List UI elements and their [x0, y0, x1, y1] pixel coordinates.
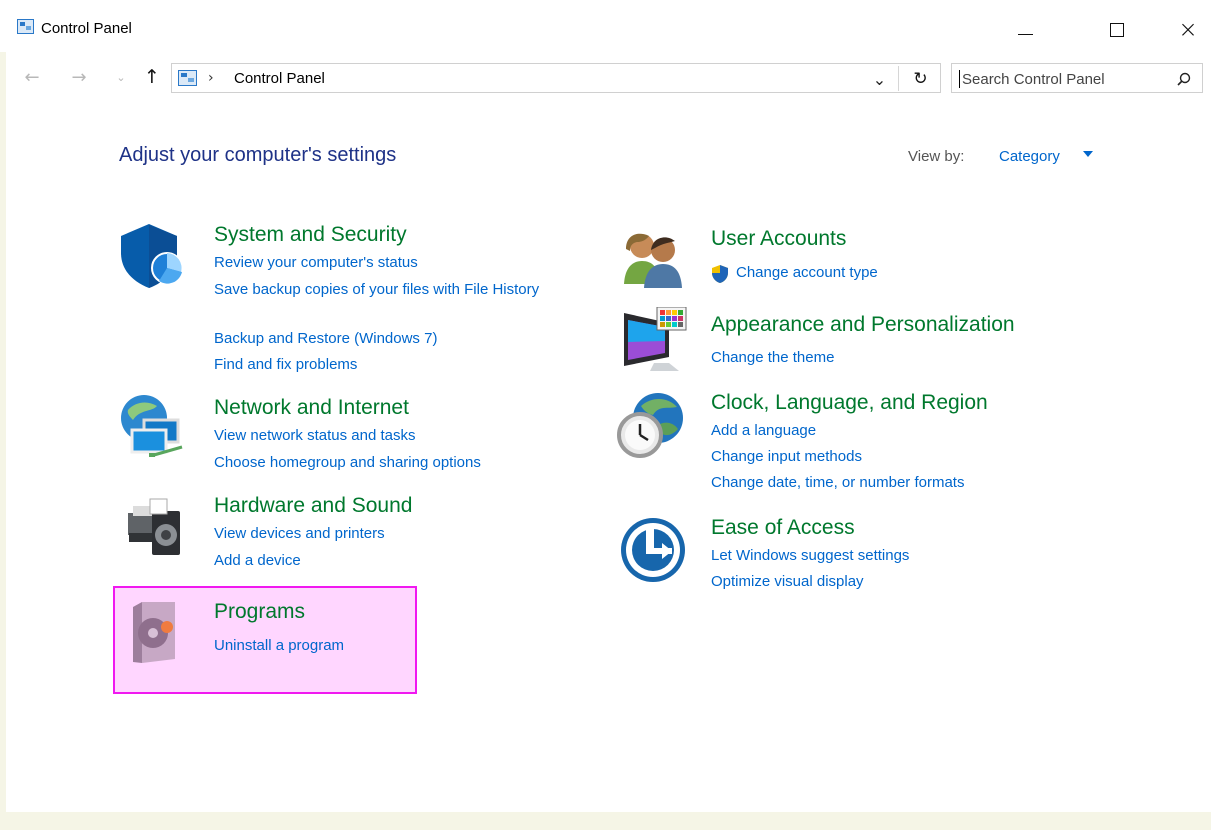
network-status-link[interactable]: View network status and tasks: [214, 427, 416, 444]
arrow-left-icon: ←: [24, 66, 40, 88]
search-input[interactable]: [962, 68, 1167, 90]
desktop-edge-bottom: [0, 812, 1211, 830]
page-title: Adjust your computer's settings: [119, 144, 397, 166]
shield-icon: [121, 224, 183, 288]
suggest-settings-link[interactable]: Let Windows suggest settings: [711, 547, 909, 564]
search-box[interactable]: [951, 63, 1203, 93]
input-methods-link[interactable]: Change input methods: [711, 448, 862, 465]
change-theme-link[interactable]: Change the theme: [711, 349, 834, 366]
address-bar[interactable]: › Control Panel ⌄ ↻: [171, 63, 941, 93]
devices-printers-link[interactable]: View devices and printers: [214, 525, 385, 542]
users-icon: [624, 233, 682, 288]
network-internet-title[interactable]: Network and Internet: [214, 396, 409, 420]
breadcrumb-control-panel[interactable]: Control Panel: [234, 70, 325, 87]
minimize-button[interactable]: [1002, 11, 1048, 49]
close-button[interactable]: ×: [1165, 11, 1211, 49]
control-panel-icon: [178, 70, 197, 86]
user-accounts-title[interactable]: User Accounts: [711, 227, 846, 251]
review-status-link[interactable]: Review your computer's status: [214, 254, 418, 271]
minimize-icon: [1017, 33, 1033, 35]
file-history-link[interactable]: Save backup copies of your files with Fi…: [214, 277, 574, 302]
title-bar: Control Panel ×: [0, 0, 1211, 52]
system-security-title[interactable]: System and Security: [214, 223, 407, 247]
chevron-down-icon: ⌄: [116, 70, 126, 84]
arrow-right-icon: →: [71, 66, 87, 88]
monitor-color-icon: [624, 307, 687, 371]
clock-language-region-title[interactable]: Clock, Language, and Region: [711, 391, 988, 415]
breadcrumb-separator-icon: ›: [208, 70, 214, 86]
change-account-type-link[interactable]: Change account type: [736, 264, 878, 281]
uac-shield-icon: [712, 265, 728, 283]
programs-title[interactable]: Programs: [214, 600, 305, 624]
software-box-icon: [133, 602, 175, 663]
appearance-title[interactable]: Appearance and Personalization: [711, 313, 1015, 337]
arrow-up-icon: ↑: [144, 66, 160, 88]
view-by-label: View by:: [908, 148, 965, 165]
window-title: Control Panel: [41, 20, 132, 37]
globe-clock-icon: [617, 393, 683, 458]
address-divider: [898, 66, 899, 91]
globe-network-icon: [121, 395, 183, 457]
printer-speaker-icon: [128, 498, 180, 555]
date-time-format-link[interactable]: Change date, time, or number formats: [711, 474, 964, 491]
close-icon: ×: [1178, 16, 1198, 43]
refresh-button[interactable]: ↻: [905, 66, 936, 91]
find-fix-link[interactable]: Find and fix problems: [214, 356, 357, 373]
forward-button[interactable]: →: [67, 62, 91, 92]
ease-of-access-title[interactable]: Ease of Access: [711, 516, 855, 540]
add-device-link[interactable]: Add a device: [214, 552, 301, 569]
add-language-link[interactable]: Add a language: [711, 422, 816, 439]
up-button[interactable]: ↑: [140, 62, 164, 92]
address-dropdown-button[interactable]: ⌄: [867, 67, 892, 91]
view-by-caret-icon[interactable]: [1083, 151, 1093, 157]
search-icon[interactable]: [1174, 70, 1194, 90]
optimize-display-link[interactable]: Optimize visual display: [711, 573, 864, 590]
text-cursor: [959, 70, 960, 88]
uninstall-program-link[interactable]: Uninstall a program: [214, 637, 344, 654]
control-panel-content: Adjust your computer's settings View by:…: [6, 96, 1211, 812]
recent-locations-button[interactable]: ⌄: [109, 62, 133, 92]
ease-of-access-icon: [621, 518, 685, 582]
maximize-button[interactable]: [1094, 11, 1140, 49]
homegroup-link[interactable]: Choose homegroup and sharing options: [214, 454, 481, 471]
backup-restore-link[interactable]: Backup and Restore (Windows 7): [214, 330, 437, 347]
view-by-dropdown[interactable]: Category: [999, 148, 1060, 165]
maximize-icon: [1110, 23, 1124, 37]
hardware-sound-title[interactable]: Hardware and Sound: [214, 494, 412, 518]
back-button[interactable]: ←: [20, 62, 44, 92]
control-panel-window: Control Panel × ← → ⌄ ↑ › Control Panel …: [0, 0, 1211, 830]
control-panel-icon: [17, 19, 34, 34]
